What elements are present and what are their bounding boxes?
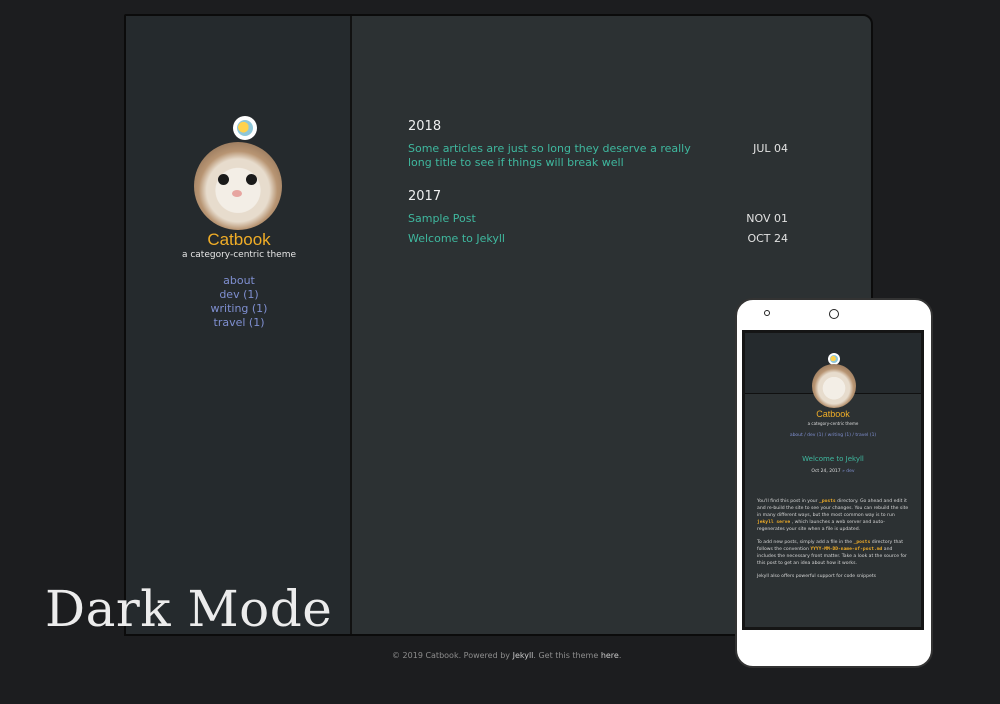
phone-mockup: Catbook a category-centric theme about /… <box>735 298 933 668</box>
footer-jekyll-link[interactable]: Jekyll <box>513 651 534 660</box>
inline-code: _posts <box>819 499 836 504</box>
inline-code: jekyll serve <box>757 520 791 525</box>
phone-site-title[interactable]: Catbook <box>745 409 921 419</box>
site-title[interactable]: Catbook <box>126 230 352 250</box>
post-link[interactable]: Some articles are just so long they dese… <box>408 142 708 170</box>
phone-post-meta: Oct 24, 2017 » dev <box>745 469 921 474</box>
paragraph: To add new posts, simply add a file in t… <box>757 540 907 566</box>
phone-camera-icon <box>829 309 839 319</box>
nav-about[interactable]: about <box>126 274 352 288</box>
post-row: Sample Post NOV 01 <box>408 212 788 226</box>
phone-cat-avatar <box>812 364 856 408</box>
paragraph: Jekyll also offers powerful support for … <box>757 574 877 579</box>
post-date: JUL 04 <box>753 142 788 155</box>
phone-post-title: Welcome to Jekyll <box>802 455 864 463</box>
post-link[interactable]: Welcome to Jekyll <box>408 232 708 246</box>
year-heading: 2018 <box>408 119 442 134</box>
footer-end: . <box>618 651 622 660</box>
phone-screen: Catbook a category-centric theme about /… <box>742 330 924 630</box>
nav-writing[interactable]: writing (1) <box>126 302 352 316</box>
inline-code: _posts <box>853 540 871 545</box>
phone-post-category[interactable]: » dev <box>842 469 854 474</box>
sidebar: Catbook a category-centric theme about d… <box>126 16 352 634</box>
cat-avatar <box>194 142 282 230</box>
phone-post-content: You'll find this post in your _posts dir… <box>757 498 910 586</box>
phone-site-tagline: a category-centric theme <box>807 421 859 426</box>
year-heading: 2017 <box>408 189 442 204</box>
footer-here-link[interactable]: here <box>601 651 619 660</box>
sidebar-nav: about dev (1) writing (1) travel (1) <box>126 274 352 330</box>
post-date: NOV 01 <box>746 212 788 225</box>
phone-speaker-icon <box>764 310 770 316</box>
phone-nav[interactable]: about / dev (1) / writing (1) / travel (… <box>745 433 921 438</box>
dark-mode-label: Dark Mode <box>45 580 333 638</box>
paragraph: You'll find this post in your _posts dir… <box>757 499 909 532</box>
nav-dev[interactable]: dev (1) <box>126 288 352 302</box>
page-footer: © 2019 Catbook. Powered by Jekyll. Get t… <box>392 651 621 660</box>
footer-copyright: © 2019 Catbook. Powered by <box>392 651 511 660</box>
post-link[interactable]: Sample Post <box>408 212 708 226</box>
phone-post-date: Oct 24, 2017 <box>811 469 841 474</box>
footer-middle: . Get this theme <box>533 651 599 660</box>
post-date: OCT 24 <box>747 232 788 245</box>
site-tagline: a category-centric theme <box>181 250 297 260</box>
nav-travel[interactable]: travel (1) <box>126 316 352 330</box>
archive-list: 2018 Some articles are just so long they… <box>408 119 788 252</box>
weather-badge-icon <box>233 116 257 140</box>
post-row: Welcome to Jekyll OCT 24 <box>408 232 788 246</box>
inline-code: YYYY-MM-DD-name-of-post.md <box>810 547 883 552</box>
post-row: Some articles are just so long they dese… <box>408 142 788 170</box>
